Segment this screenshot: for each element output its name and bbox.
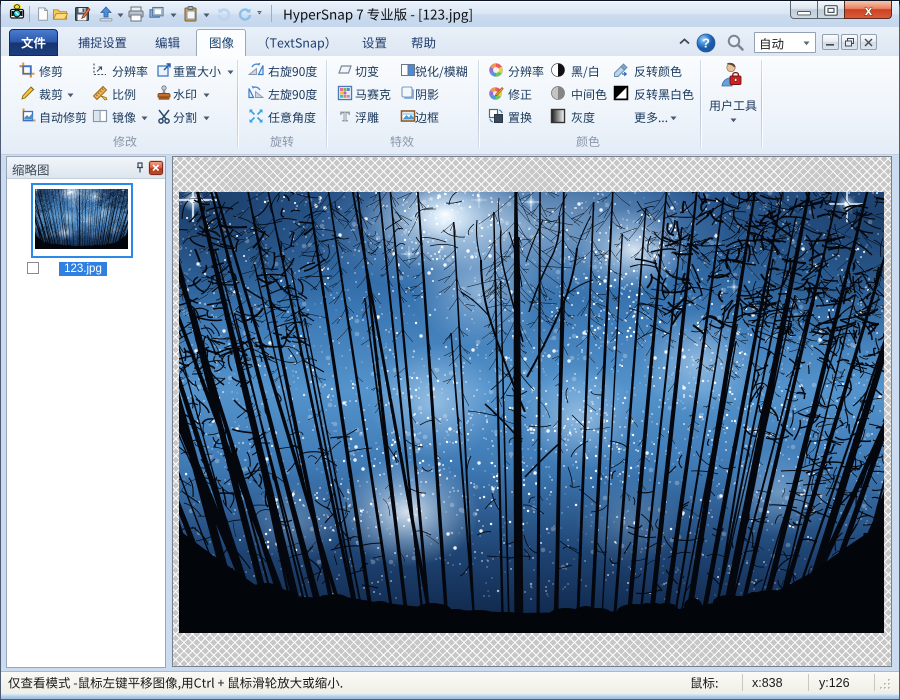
svg-text:T: T [340,110,350,125]
svg-text:?: ? [702,36,710,51]
svg-text:x: x [865,3,873,18]
